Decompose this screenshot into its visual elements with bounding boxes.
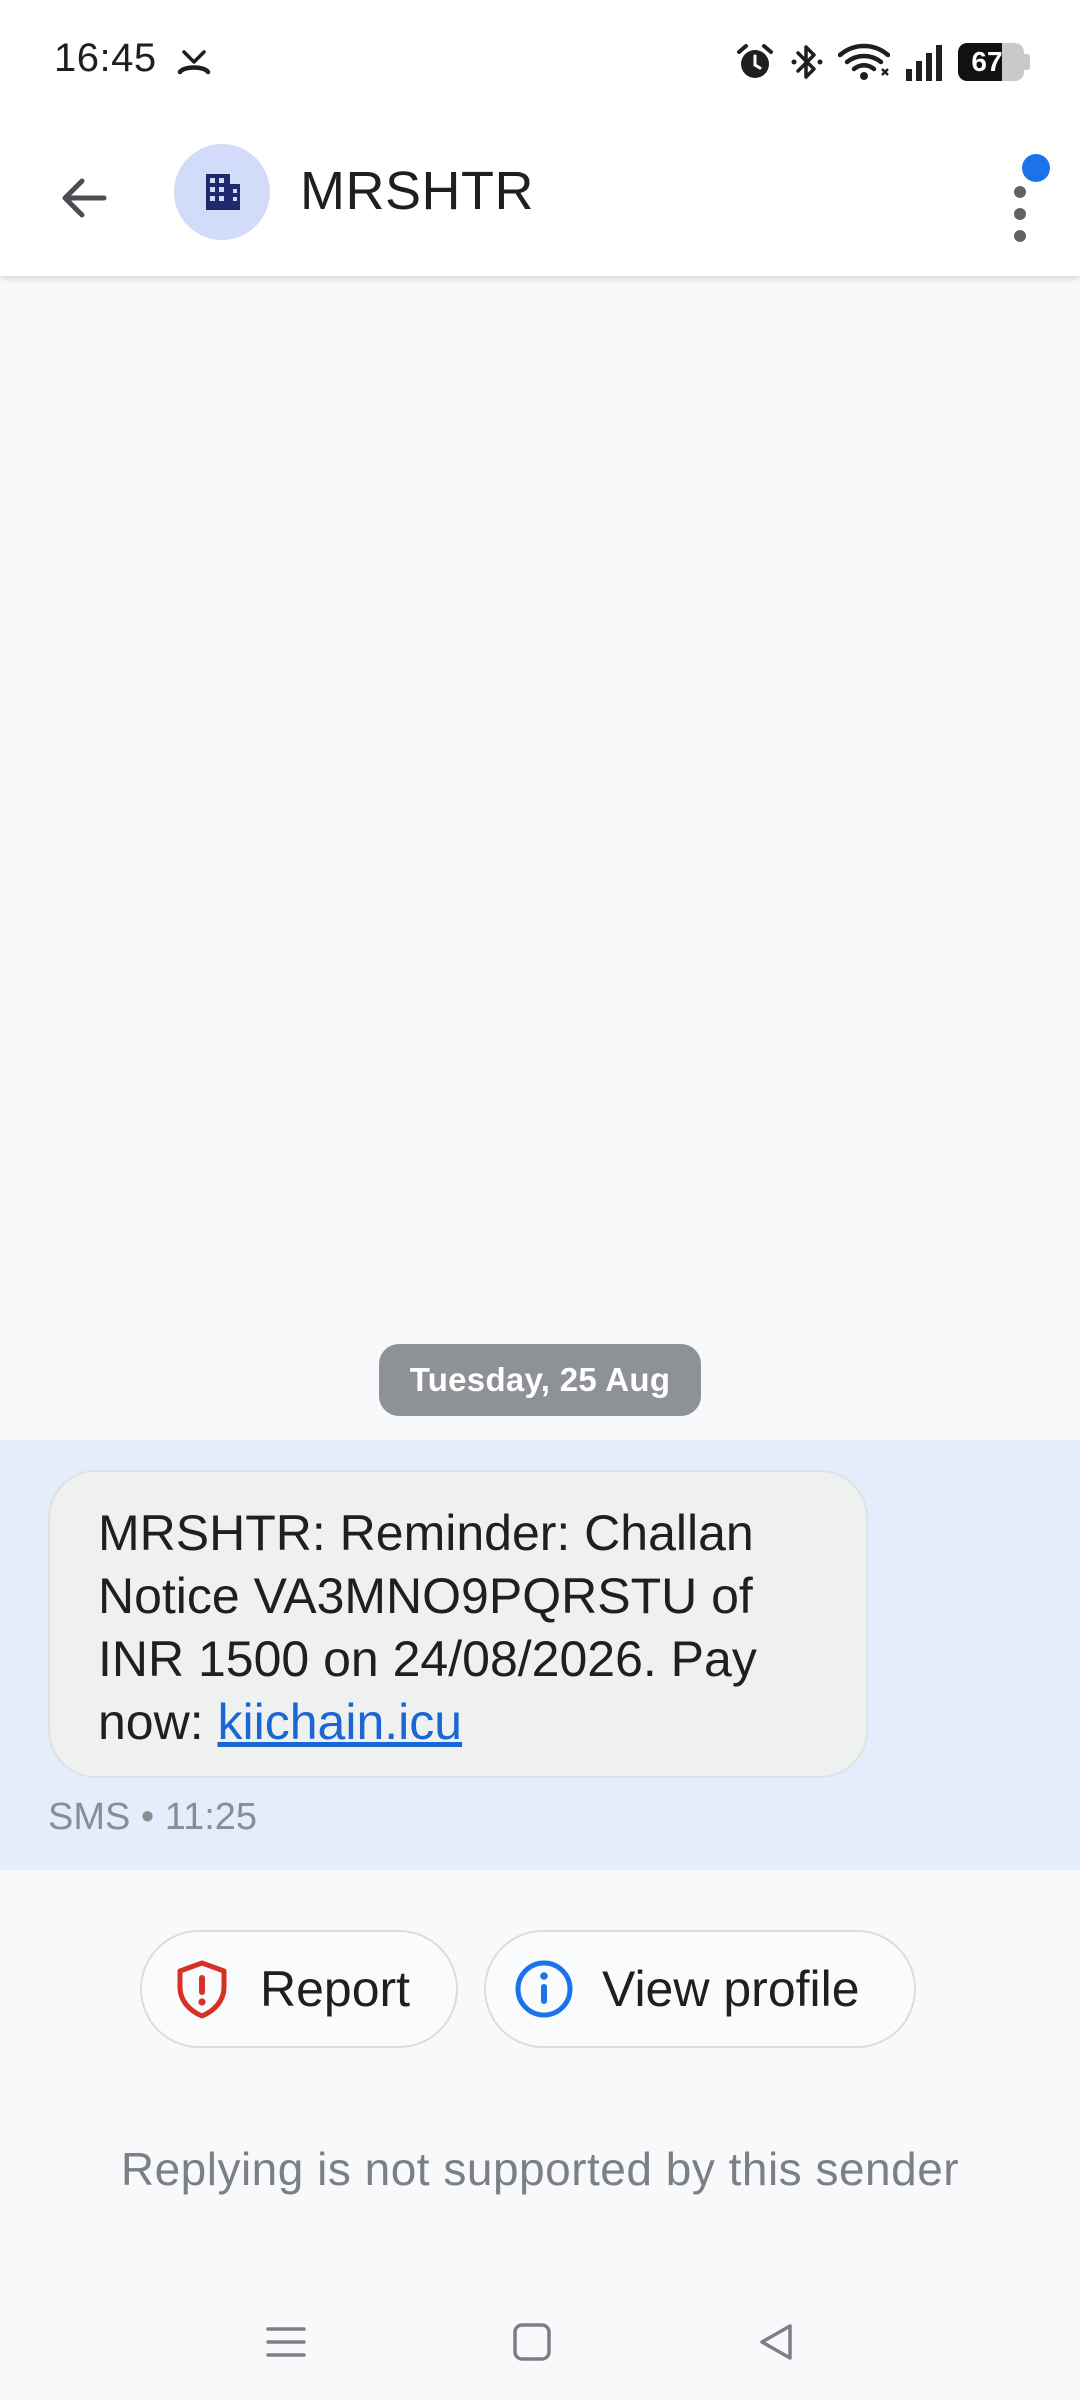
- menu-icon: [266, 2327, 306, 2357]
- battery-level: 67: [971, 46, 1003, 77]
- report-label: Report: [260, 1961, 411, 2017]
- info-icon: [514, 1959, 574, 2019]
- more-vert-icon-dot: [1014, 208, 1026, 220]
- battery-icon: 67: [958, 43, 1024, 81]
- date-divider: Tuesday, 25 Aug: [379, 1344, 701, 1416]
- system-back-button[interactable]: [746, 2312, 806, 2372]
- status-time: 16:45: [54, 36, 157, 80]
- business-building-icon: [206, 174, 240, 210]
- message-row: MRSHTR: Reminder: Challan Notice VA3MNO9…: [0, 1440, 1080, 1870]
- arrow-back-icon: [62, 178, 107, 218]
- more-vert-icon-dot: [1014, 230, 1026, 242]
- system-navigation-bar: [0, 2290, 1080, 2400]
- shield-alert-icon: [172, 1959, 232, 2019]
- wifi-icon: [838, 41, 890, 83]
- back-triangle-icon: [760, 2324, 792, 2360]
- more-options-button[interactable]: [980, 150, 1060, 250]
- report-button[interactable]: Report: [140, 1930, 458, 2048]
- bluetooth-icon: [790, 41, 824, 83]
- app-bar: MRSHTR: [0, 120, 1080, 276]
- view-profile-button[interactable]: View profile: [484, 1930, 916, 2048]
- contact-name[interactable]: MRSHTR: [300, 160, 534, 222]
- battery-nub: [1024, 54, 1030, 70]
- avatar[interactable]: [174, 144, 270, 240]
- message-link[interactable]: kiichain.icu: [218, 1694, 463, 1750]
- missed-call-icon: [174, 40, 214, 80]
- status-icons: 67: [734, 36, 1030, 88]
- view-profile-label: View profile: [602, 1961, 860, 2017]
- message-meta: SMS • 11:25: [48, 1796, 258, 1838]
- cellular-signal-icon: [904, 41, 944, 83]
- alarm-icon: [734, 41, 776, 83]
- more-vert-icon-dot: [1014, 186, 1026, 198]
- home-icon: [513, 2323, 551, 2361]
- notification-badge: [1022, 154, 1050, 182]
- recent-apps-button[interactable]: [256, 2312, 316, 2372]
- reply-not-supported-note: Replying is not supported by this sender: [120, 2143, 960, 2195]
- home-button[interactable]: [502, 2312, 562, 2372]
- status-bar: 16:45 67: [0, 0, 1080, 120]
- back-button[interactable]: [44, 158, 124, 238]
- message-bubble[interactable]: MRSHTR: Reminder: Challan Notice VA3MNO9…: [48, 1470, 868, 1778]
